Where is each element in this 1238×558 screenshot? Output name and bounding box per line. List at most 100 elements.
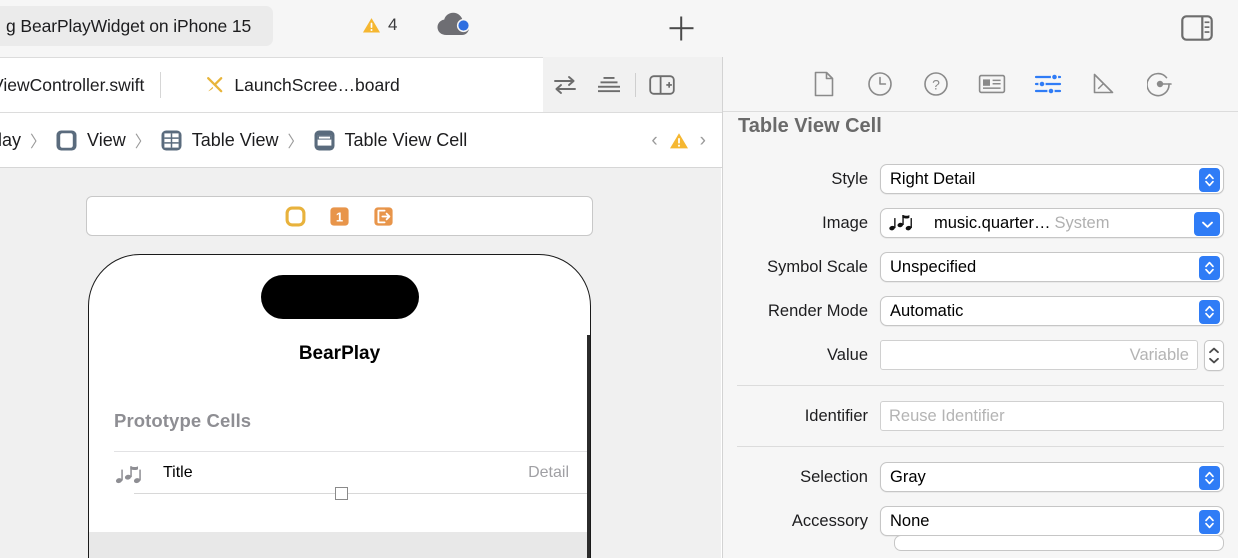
chevron-up-icon — [1209, 347, 1219, 353]
field-row-render-mode: Render Mode Automatic — [723, 289, 1238, 333]
related-items-icon — [554, 75, 576, 94]
field-row-image: Image music.quarter… System — [723, 201, 1238, 245]
attributes-inspector-icon — [1034, 73, 1061, 95]
warning-triangle-icon — [362, 17, 381, 33]
chevron-right-icon[interactable]: › — [700, 130, 706, 152]
image-source-label: System — [1054, 213, 1110, 232]
breadcrumb-item-view[interactable]: View — [55, 129, 126, 152]
dynamic-island — [260, 275, 419, 319]
selection-popup-button[interactable]: Gray — [880, 462, 1224, 492]
style-popup-button[interactable]: Right Detail — [880, 164, 1224, 194]
history-inspector-tab[interactable] — [865, 69, 895, 99]
breadcrumb-item-play[interactable]: Play — [0, 130, 21, 151]
field-label-render-mode: Render Mode — [768, 301, 868, 320]
plus-icon — [669, 16, 693, 40]
size-inspector-icon — [1093, 73, 1113, 94]
field-control-selection: Gray — [880, 462, 1224, 492]
file-inspector-tab[interactable] — [809, 69, 839, 99]
render-mode-popup-button[interactable]: Automatic — [880, 296, 1224, 326]
value-stepper[interactable] — [1204, 339, 1224, 371]
breadcrumb-item-table-view[interactable]: Table View — [160, 129, 279, 152]
view-icon — [56, 130, 77, 150]
prototype-cell[interactable]: Title Detail — [89, 452, 590, 532]
field-label-style: Style — [831, 169, 868, 188]
align-lines-icon — [598, 76, 620, 92]
identity-inspector-tab[interactable] — [977, 69, 1007, 99]
form-section-divider — [737, 385, 1224, 386]
tab-label: ViewController.swift — [0, 74, 145, 95]
chevron-left-icon[interactable]: ‹ — [651, 130, 657, 152]
next-field-partial[interactable] — [894, 535, 1224, 551]
field-row-symbol-scale: Symbol Scale Unspecified — [723, 245, 1238, 289]
scheme-selector[interactable]: g BearPlayWidget on iPhone 15 — [0, 6, 274, 46]
inspector-toggle-button[interactable] — [1180, 13, 1214, 43]
svg-text:1: 1 — [336, 209, 343, 224]
identity-inspector-icon — [978, 74, 1005, 94]
storyboard-canvas[interactable]: 1 BearPlay Prototype Cells Title Detail — [0, 168, 721, 558]
image-value: music.quarter… — [934, 213, 1051, 232]
field-control-render-mode: Automatic — [880, 296, 1224, 326]
field-label-selection: Selection — [800, 467, 868, 486]
top-toolbar: g BearPlayWidget on iPhone 15 4 — [0, 0, 1238, 57]
size-inspector-tab[interactable] — [1089, 69, 1119, 99]
identifier-text-field[interactable]: Reuse Identifier — [880, 401, 1224, 431]
device-preview[interactable]: BearPlay Prototype Cells Title Detail — [88, 254, 591, 558]
warning-triangle-icon[interactable] — [669, 131, 689, 151]
field-label-symbol-scale: Symbol Scale — [767, 257, 868, 276]
chevron-updown-icon — [1205, 515, 1214, 529]
symbol-scale-popup-button[interactable]: Unspecified — [880, 252, 1224, 282]
tab-viewcontroller-swift[interactable]: ViewController.swift — [0, 57, 160, 113]
tab-label: LaunchScree…board — [234, 74, 400, 95]
align-lines-button[interactable] — [587, 65, 631, 105]
breadcrumb-item-table-view-cell[interactable]: Table View Cell — [313, 129, 468, 152]
field-control-accessory: None — [880, 506, 1224, 536]
view-controller-icon[interactable] — [285, 206, 306, 227]
file-inspector-icon — [814, 71, 833, 97]
field-control-style: Right Detail — [880, 164, 1224, 194]
render-mode-popup-chevrons[interactable] — [1199, 300, 1220, 324]
tab-launchscreen-storyboard[interactable]: LaunchScree…board — [161, 57, 415, 113]
music-quarternote-icon — [889, 215, 912, 231]
first-responder-icon[interactable]: 1 — [329, 206, 350, 227]
nav-bar-title: BearPlay — [298, 343, 381, 364]
style-popup-chevrons[interactable] — [1199, 168, 1220, 192]
cloud-download-icon[interactable] — [436, 10, 472, 40]
svg-text:?: ? — [932, 76, 940, 92]
image-combo-field[interactable]: music.quarter… System — [880, 208, 1224, 238]
warnings-indicator[interactable]: 4 — [362, 8, 397, 42]
breadcrumb-separator: 〉 — [287, 134, 304, 151]
toolbar-left-region: g BearPlayWidget on iPhone 15 4 — [0, 0, 722, 57]
render-mode-value: Automatic — [890, 301, 964, 320]
selection-popup-chevrons[interactable] — [1199, 466, 1220, 490]
selection-resize-handle[interactable] — [335, 487, 348, 500]
related-items-button[interactable] — [543, 65, 587, 105]
field-row-identifier: Identifier Reuse Identifier — [723, 394, 1238, 438]
breadcrumb-label: Table View — [191, 129, 279, 150]
quick-help-inspector-tab[interactable]: ? — [921, 69, 951, 99]
image-dropdown-button[interactable] — [1194, 212, 1220, 236]
breadcrumb-label: Table View Cell — [344, 129, 468, 150]
field-control-value: Variable — [880, 339, 1224, 371]
device-right-edge — [587, 335, 590, 558]
symbol-scale-popup-chevrons[interactable] — [1199, 256, 1220, 280]
attributes-inspector-tab[interactable] — [1033, 69, 1063, 99]
chevron-updown-icon — [1205, 173, 1214, 187]
history-inspector-icon — [867, 72, 892, 96]
accessory-value: None — [890, 511, 930, 530]
accessory-popup-chevrons[interactable] — [1199, 510, 1220, 534]
storyboard-icon — [207, 77, 223, 93]
exit-icon[interactable] — [373, 206, 394, 227]
value-text-field[interactable]: Variable — [880, 340, 1198, 370]
add-button[interactable] — [663, 10, 699, 46]
breadcrumb-separator: 〉 — [134, 134, 151, 151]
connections-inspector-tab[interactable] — [1145, 69, 1175, 99]
attributes-inspector-panel: ? Table View Cell Style Right Detail Ima… — [722, 57, 1238, 558]
form-section-divider — [737, 446, 1224, 447]
add-editor-button[interactable] — [640, 65, 684, 105]
cell-title-label: Title — [163, 464, 193, 481]
field-label-image: Image — [822, 213, 868, 232]
accessory-popup-button[interactable]: None — [880, 506, 1224, 536]
inspector-form: Style Right Detail Image music.quarter… … — [723, 157, 1238, 551]
breadcrumb-label: Play — [0, 129, 22, 150]
quick-help-inspector-icon: ? — [923, 72, 948, 96]
